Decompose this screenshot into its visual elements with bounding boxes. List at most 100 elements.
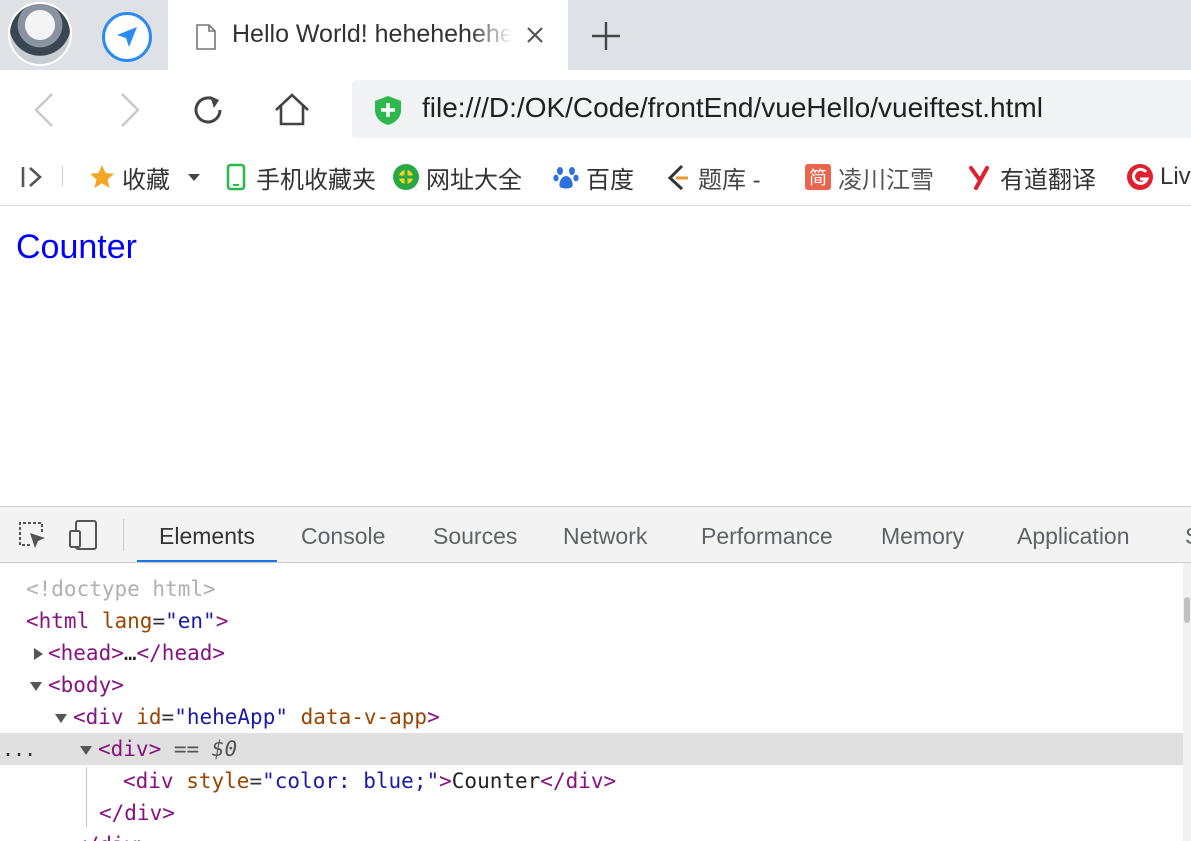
security-shield-icon[interactable] (372, 94, 404, 126)
lang-value: "en" (165, 609, 216, 633)
more-actions-icon[interactable]: ... (2, 733, 36, 765)
bookmark-label: 有道翻译 (1000, 166, 1096, 194)
html-tag-close-bracket: > (215, 609, 229, 633)
counter-text: Counter (16, 228, 137, 266)
bookmarks-divider (62, 166, 63, 186)
tab-console[interactable]: Console (279, 507, 407, 562)
collapse-triangle-icon[interactable] (30, 680, 42, 692)
forward-icon[interactable] (108, 90, 148, 130)
dom-line-doctype[interactable]: <!doctype html> (0, 573, 1184, 605)
address-bar[interactable]: file:///D:/OK/Code/frontEnd/vueHello/vue… (352, 80, 1191, 138)
tab-sources[interactable]: Sources (411, 507, 539, 562)
id-attr: id (136, 705, 162, 729)
bookmark-jianshu[interactable]: 简 凌川江雪 (804, 160, 934, 194)
device-toolbar-icon[interactable] (68, 519, 100, 551)
bookmark-label: Liv (1160, 163, 1191, 190)
tab-strip: Hello World! hehehehehe (0, 0, 1191, 70)
page-viewport: Counter (0, 206, 1191, 506)
bookmark-baidu[interactable]: 百度 (552, 160, 634, 194)
div-close-tag: </div> (99, 801, 175, 825)
scrollbar-thumb[interactable] (1184, 597, 1190, 623)
dom-line-selected-div[interactable]: ... <div> == $0 (0, 733, 1184, 765)
document-icon (196, 24, 216, 50)
collapse-triangle-icon[interactable] (55, 712, 67, 724)
back-icon[interactable] (26, 90, 66, 130)
tiku-icon (667, 164, 688, 191)
inspect-element-icon[interactable] (16, 519, 48, 551)
tab-memory[interactable]: Memory (859, 507, 986, 562)
sidebar-toggle-icon[interactable] (20, 164, 46, 190)
navigation-extension-icon[interactable] (102, 12, 152, 62)
new-tab-icon[interactable] (588, 18, 624, 54)
tab-more[interactable]: S (1163, 507, 1191, 562)
devtools-panel: Elements Console Sources Network Perform… (0, 506, 1191, 841)
phone-icon (226, 163, 246, 191)
url-text: file:///D:/OK/Code/frontEnd/vueHello/vue… (422, 92, 1043, 123)
style-value: "color: blue;" (262, 769, 440, 793)
collapse-triangle-icon[interactable] (80, 744, 92, 756)
elements-tree: <!doctype html> <html lang="en"> <head>…… (0, 563, 1191, 841)
close-tab-icon[interactable] (522, 22, 548, 48)
bookmark-label: 收藏 (122, 166, 170, 194)
bookmark-favorites[interactable]: 收藏 (88, 160, 200, 194)
caret-down-icon[interactable] (188, 172, 200, 182)
dom-line-html[interactable]: <html lang="en"> (0, 605, 1184, 637)
bookmark-site-directory[interactable]: 网址大全 (392, 160, 522, 194)
youdao-icon (969, 166, 989, 190)
div-close-tag: </div> (540, 769, 617, 793)
bookmark-label: 凌川江雪 (838, 166, 934, 194)
style-attr: style (186, 769, 250, 793)
div-open-tag: <div (123, 769, 174, 793)
head-close-tag: </head> (136, 641, 226, 665)
jianshu-icon: 简 (805, 164, 831, 190)
selected-div-tag: <div> (98, 737, 162, 761)
bookmark-label: 题库 - (698, 166, 761, 194)
bookmark-mobile-favorites[interactable]: 手机收藏夹 (222, 160, 376, 194)
livemp-icon (1127, 164, 1153, 190)
user-avatar[interactable] (8, 2, 72, 66)
svg-text:简: 简 (809, 168, 827, 189)
reload-icon[interactable] (188, 90, 228, 130)
bookmark-live[interactable]: Liv (1126, 160, 1191, 194)
devtools-toolbar: Elements Console Sources Network Perform… (0, 507, 1191, 563)
tab-network[interactable]: Network (541, 507, 669, 562)
tab-elements[interactable]: Elements (137, 507, 277, 562)
site-nav-icon (393, 164, 419, 190)
doctype-node: <!doctype html> (26, 577, 216, 601)
active-tab[interactable]: Hello World! hehehehehe (168, 0, 568, 70)
div-open-tag: <div (73, 705, 124, 729)
id-value: "heheApp" (174, 705, 288, 729)
bookmark-tiku[interactable]: 题库 - (664, 160, 761, 194)
devtools-divider (123, 519, 124, 551)
elements-scrollbar[interactable] (1183, 563, 1191, 841)
dom-line-selected-div-close[interactable]: </div> (0, 797, 1184, 829)
baidu-paw-icon (553, 167, 579, 189)
selected-node-marker: == $0 (173, 737, 238, 761)
div-close-tag: </div> (74, 833, 150, 841)
dom-line-head[interactable]: <head>…</head> (0, 637, 1184, 669)
lang-attr: lang (101, 609, 153, 633)
tab-title: Hello World! hehehehehe (232, 20, 512, 48)
expand-triangle-icon[interactable] (32, 648, 44, 660)
tab-performance[interactable]: Performance (679, 507, 855, 562)
home-icon[interactable] (272, 90, 312, 130)
browser-toolbar: file:///D:/OK/Code/frontEnd/vueHello/vue… (0, 70, 1191, 148)
bookmark-youdao[interactable]: 有道翻译 (966, 160, 1096, 194)
head-open-tag: <head> (48, 641, 124, 665)
bookmark-label: 百度 (586, 166, 634, 194)
collapsed-ellipsis: … (123, 641, 137, 665)
dom-line-counter-div[interactable]: <div style="color: blue;">Counter</div> (0, 765, 1184, 797)
bookmark-label: 网址大全 (426, 166, 522, 194)
star-icon (90, 165, 114, 188)
tree-indent-guide (86, 767, 87, 827)
bookmarks-bar: 收藏 手机收藏夹 网址大全 百度 题库 - 简 凌川江雪 有道翻译 Liv (0, 148, 1191, 206)
div-close-bracket: > (439, 769, 452, 793)
tab-application[interactable]: Application (995, 507, 1152, 562)
body-open-tag: <body> (48, 673, 124, 697)
bookmark-label: 手机收藏夹 (256, 166, 376, 194)
html-tag: <html (26, 609, 90, 633)
div-close-bracket: > (427, 705, 440, 729)
dom-line-app-div[interactable]: <div id="heheApp" data-v-app> (0, 701, 1184, 733)
dom-line-app-div-close[interactable]: </div> (0, 829, 1184, 841)
dom-line-body[interactable]: <body> (0, 669, 1184, 701)
